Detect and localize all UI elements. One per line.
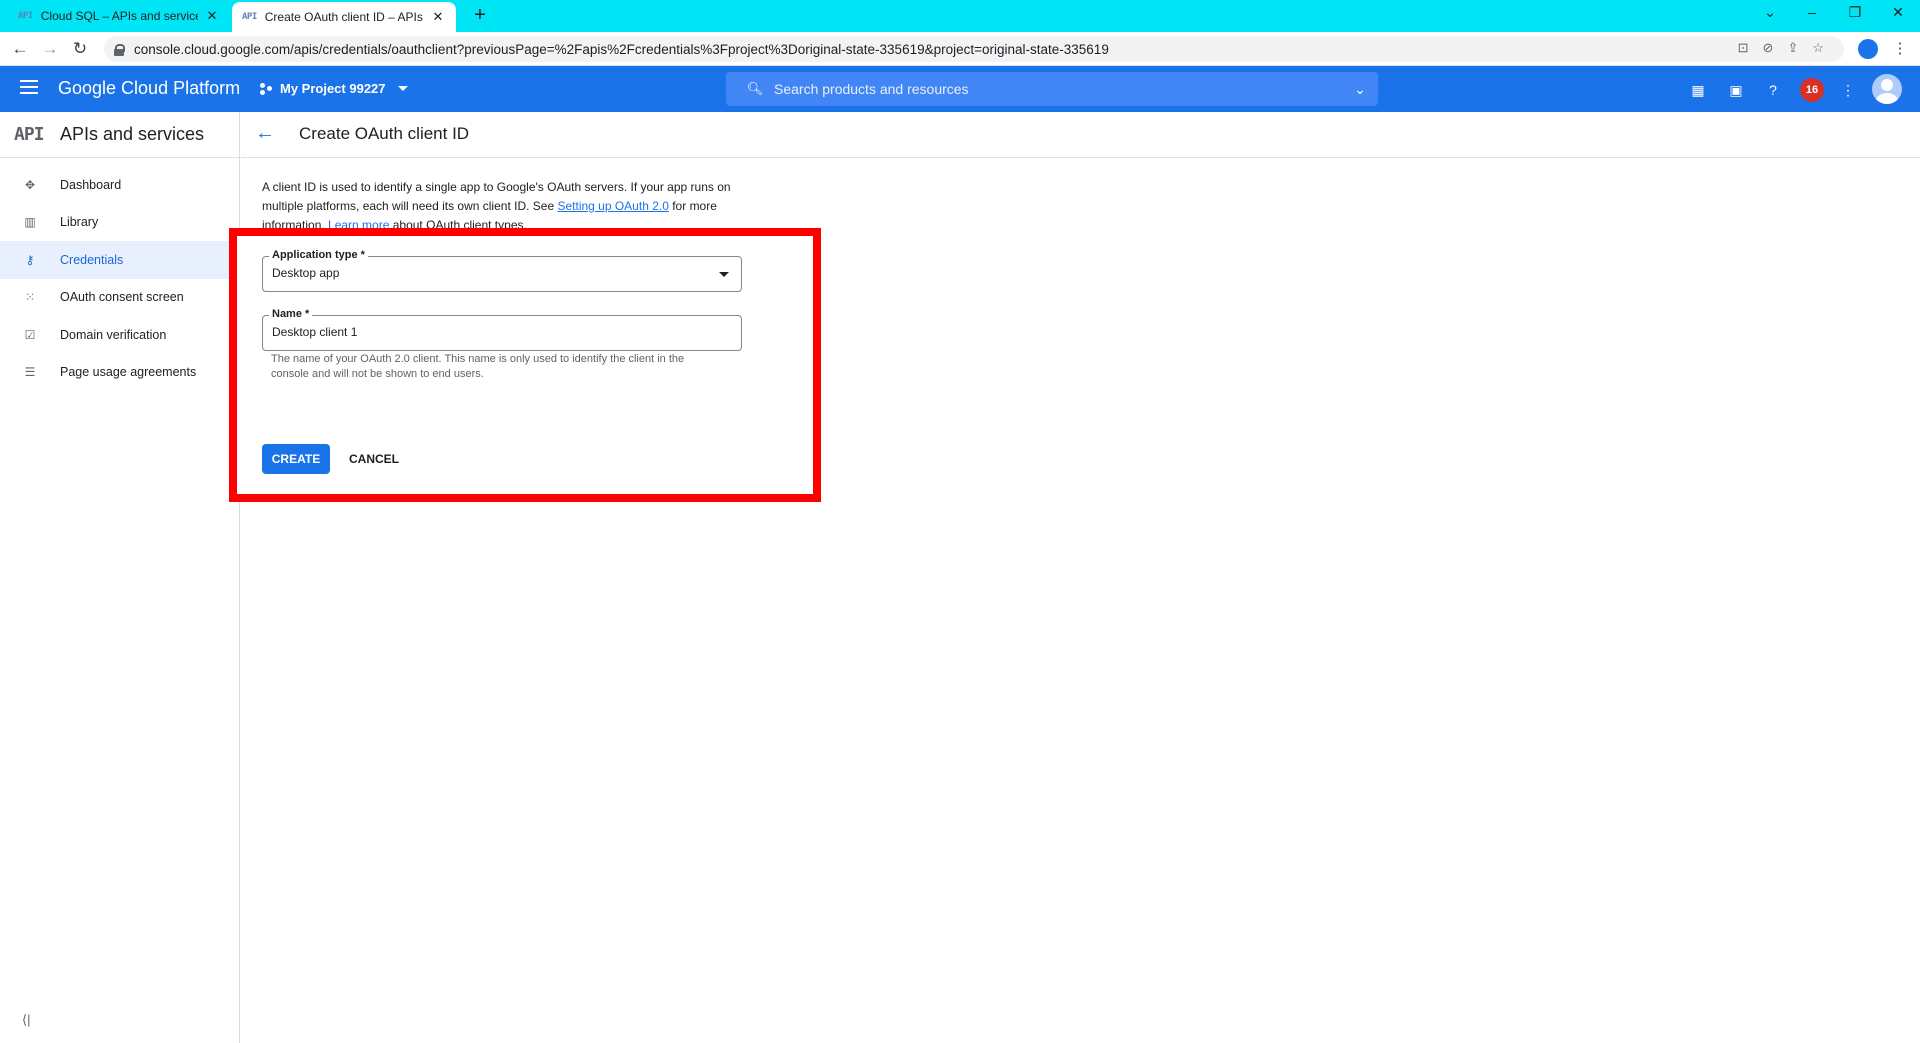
project-selector[interactable]: My Project 99227 (260, 81, 408, 96)
application-type-select[interactable]: Application type * Desktop app (262, 249, 742, 292)
api-logo: API (14, 124, 45, 145)
chevron-down-icon[interactable]: ⌄ (1342, 81, 1378, 98)
sidebar-item-label: Dashboard (60, 177, 122, 192)
dropdown-caret-icon (719, 272, 729, 277)
tab-title: Cloud SQL – APIs and services – My Proje… (40, 9, 198, 23)
collapse-sidebar-icon[interactable]: ⟨| (22, 1012, 30, 1028)
omnibox-icons: ⊡ ⊘ ⇪ ☆ (1738, 40, 1824, 56)
sidebar-item-library[interactable]: ▥ Library (0, 204, 239, 242)
sidebar-list: ✥ Dashboard ▥ Library ⚷ Credentials ⁙ OA… (0, 158, 239, 391)
browser-tab-cloud-sql[interactable]: API Cloud SQL – APIs and services – My P… (8, 0, 230, 32)
close-icon[interactable]: ✕ (430, 9, 446, 25)
eye-off-icon[interactable]: ⊘ (1763, 40, 1774, 56)
search-icon: 🔍︎ (746, 81, 764, 96)
cloud-shell-icon[interactable]: ▣ (1724, 78, 1748, 102)
browser-tab-strip: API Cloud SQL – APIs and services – My P… (0, 0, 1920, 32)
application-type-label: Application type * (269, 249, 368, 261)
minimize-icon[interactable]: – (1797, 4, 1827, 20)
cancel-button[interactable]: CANCEL (340, 444, 408, 474)
page-header: ← Create OAuth client ID (241, 112, 1920, 158)
project-name: My Project 99227 (280, 81, 386, 96)
name-field[interactable]: Name * Desktop client 1 (262, 308, 742, 351)
caret-down-icon (397, 86, 408, 91)
lock-icon[interactable] (114, 43, 125, 56)
sidebar-item-label: Page usage agreements (60, 365, 197, 380)
star-icon[interactable]: ☆ (1812, 40, 1824, 56)
sidebar-item-credentials[interactable]: ⚷ Credentials (0, 241, 239, 279)
sidebar-item-dashboard[interactable]: ✥ Dashboard (0, 166, 239, 204)
account-avatar[interactable] (1872, 74, 1902, 104)
api-favicon: API (242, 12, 257, 22)
back-icon[interactable]: ← (8, 37, 32, 61)
consent-icon: ⁙ (24, 290, 36, 305)
library-icon: ▥ (24, 215, 36, 230)
checkbox-icon: ☑ (24, 327, 36, 342)
translate-icon[interactable]: ⊡ (1738, 40, 1749, 56)
sidebar-header: API APIs and services (0, 112, 239, 158)
brand-title[interactable]: Google Cloud Platform (58, 78, 240, 99)
notifications-badge[interactable]: 16 (1800, 78, 1824, 102)
name-label: Name * (269, 308, 313, 320)
search-bar[interactable]: 🔍︎ ⌄ (726, 72, 1378, 106)
sidebar-item-label: Domain verification (60, 327, 167, 342)
sidebar-item-label: Library (60, 215, 99, 230)
menu-icon[interactable] (20, 80, 38, 94)
dashboard-icon: ✥ (24, 177, 36, 192)
tab-title: Create OAuth client ID – APIs and servic… (264, 10, 424, 24)
browser-tab-create-oauth[interactable]: API Create OAuth client ID – APIs and se… (232, 2, 456, 32)
project-dots-icon (260, 82, 274, 95)
search-input[interactable] (772, 80, 1342, 98)
sidebar-item-label: Credentials (60, 252, 124, 267)
sidebar-title: APIs and services (60, 124, 205, 144)
window-close-icon[interactable]: ✕ (1883, 4, 1913, 21)
browser-toolbar: ← → ↻ console.cloud.google.com/apis/cred… (0, 32, 1920, 66)
address-bar[interactable]: console.cloud.google.com/apis/credential… (104, 36, 1844, 62)
back-arrow-icon[interactable]: ← (255, 122, 275, 145)
application-type-value: Desktop app (272, 266, 340, 280)
browser-profile-avatar[interactable] (1858, 39, 1878, 59)
name-value: Desktop client 1 (272, 325, 358, 339)
sidebar-item-oauth-consent[interactable]: ⁙ OAuth consent screen (0, 279, 239, 317)
create-button[interactable]: CREATE (262, 444, 330, 474)
key-icon: ⚷ (25, 252, 35, 267)
sidebar-item-label: OAuth consent screen (60, 290, 184, 305)
more-vert-icon[interactable]: ⋮ (1836, 78, 1860, 102)
tab-search-chevron-icon[interactable]: ⌄ (1755, 4, 1785, 21)
page-title: Create OAuth client ID (299, 124, 470, 143)
sidebar-item-page-usage[interactable]: ☰ Page usage agreements (0, 354, 239, 392)
new-tab-plus-icon[interactable]: + (468, 4, 492, 27)
sidebar: API APIs and services ✥ Dashboard ▥ Libr… (0, 112, 240, 1043)
forward-icon[interactable]: → (38, 37, 62, 61)
name-hint: The name of your OAuth 2.0 client. This … (271, 353, 685, 380)
settings-list-icon: ☰ (24, 365, 36, 380)
setting-up-oauth-link[interactable]: Setting up OAuth 2.0 (557, 199, 668, 213)
intro-text: A client ID is used to identify a single… (262, 178, 742, 235)
share-icon[interactable]: ⇪ (1787, 40, 1798, 56)
close-icon[interactable]: ✕ (204, 8, 220, 24)
sidebar-item-domain-verification[interactable]: ☑ Domain verification (0, 316, 239, 354)
restore-icon[interactable]: ❐ (1840, 4, 1870, 21)
gift-icon[interactable]: ▦ (1686, 78, 1710, 102)
reload-icon[interactable]: ↻ (68, 37, 92, 61)
gcp-header: Google Cloud Platform My Project 99227 🔍… (0, 66, 1920, 112)
url-text: console.cloud.google.com/apis/credential… (134, 41, 1109, 57)
api-favicon: API (18, 11, 33, 21)
chrome-menu-icon[interactable]: ⋮ (1888, 37, 1912, 61)
help-icon[interactable]: ? (1761, 78, 1785, 102)
